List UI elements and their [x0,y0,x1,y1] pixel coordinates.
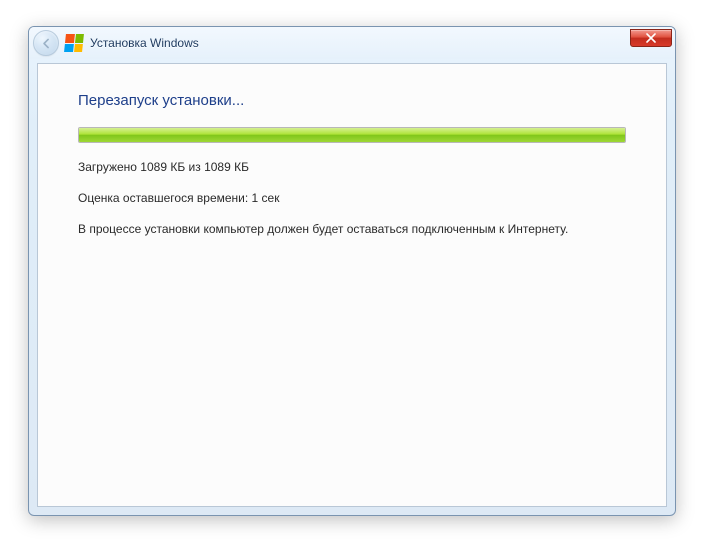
close-button[interactable] [630,29,672,47]
content-pane: Перезапуск установки... Загружено 1089 К… [37,63,667,507]
connection-note: В процессе установки компьютер должен бу… [78,221,626,238]
download-status: Загружено 1089 КБ из 1089 КБ [78,159,626,176]
time-remaining: Оценка оставшегося времени: 1 сек [78,190,626,207]
windows-logo-icon [64,34,84,52]
back-button [33,30,59,56]
titlebar[interactable]: Установка Windows [29,27,675,59]
back-arrow-icon [40,37,53,50]
progress-bar [78,127,626,143]
close-icon [646,33,656,43]
window-title: Установка Windows [90,36,199,50]
page-heading: Перезапуск установки... [78,92,626,109]
progress-fill [79,128,625,142]
installer-window: Установка Windows Перезапуск установки..… [28,26,676,516]
